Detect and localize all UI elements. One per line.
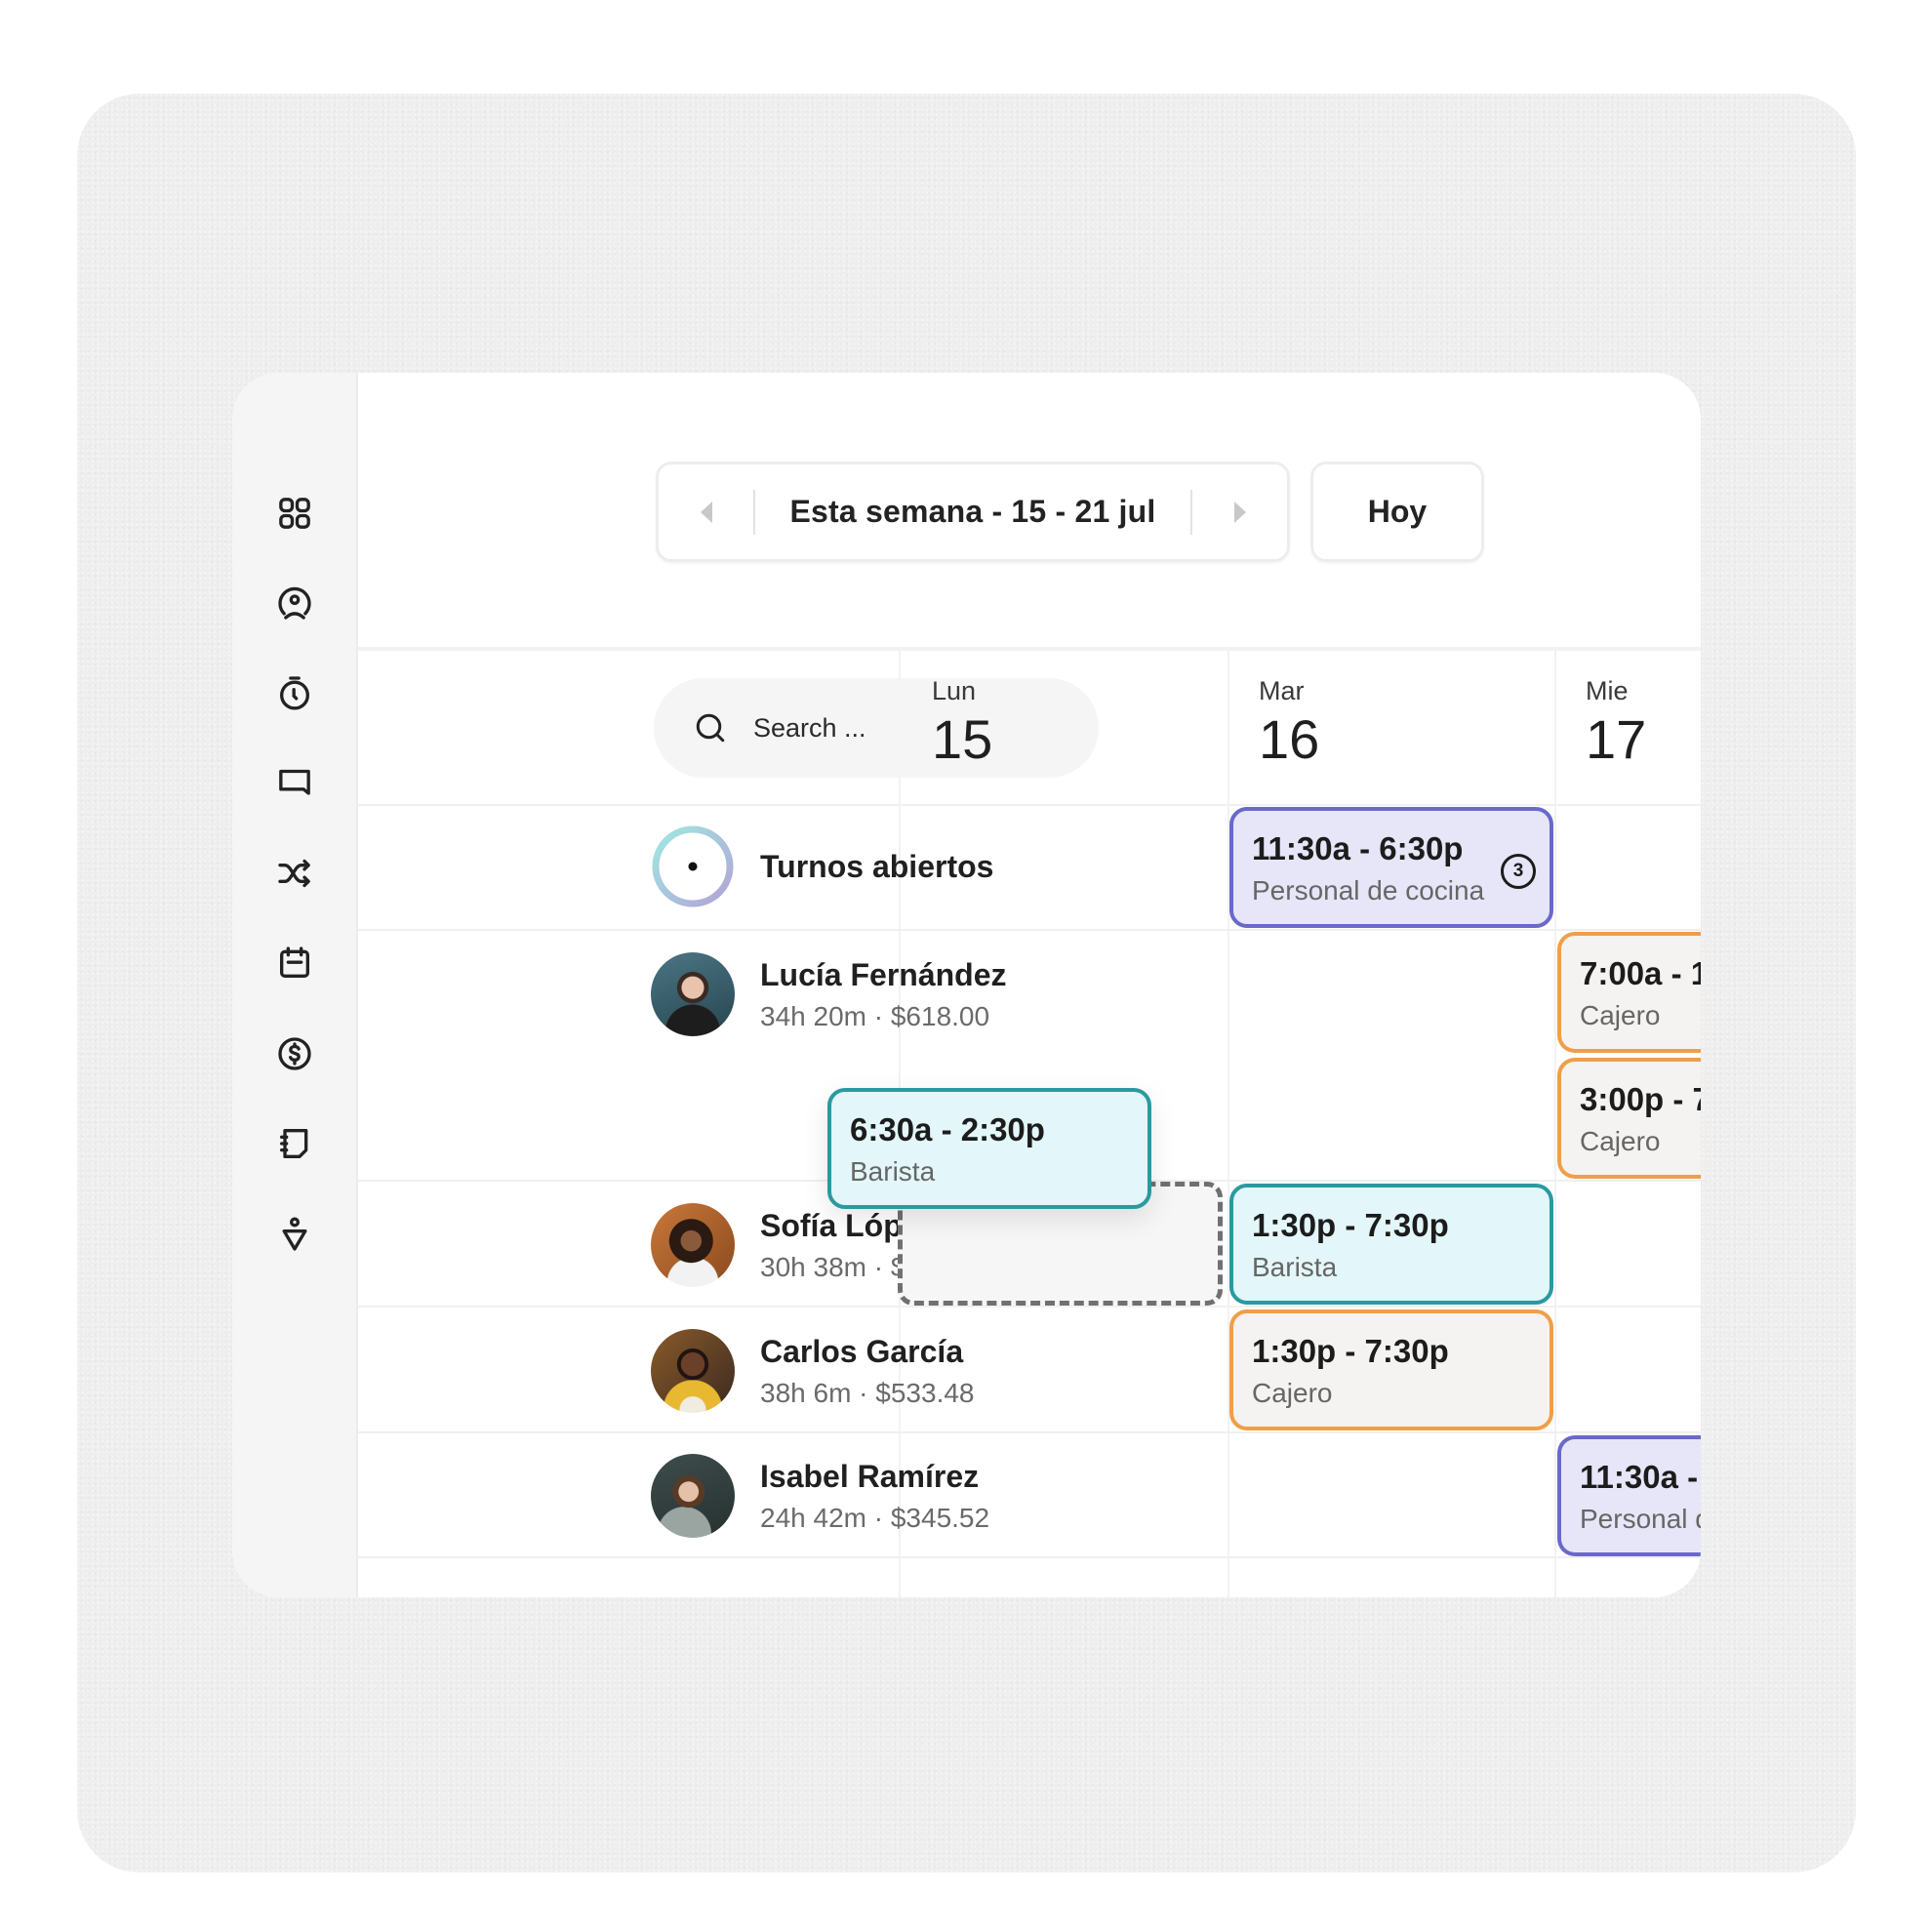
row-divider <box>358 1306 1701 1308</box>
shift-time: 11:30a - <box>1580 1459 1699 1495</box>
employee-name: Isabel Ramírez <box>760 1458 980 1494</box>
sidebar-item-notes[interactable] <box>265 1114 324 1173</box>
shift-card-dragged[interactable]: 6:30a - 2:30p Barista <box>827 1088 1151 1209</box>
day-number: 17 <box>1586 708 1647 770</box>
shift-time: 3:00p - 7 <box>1580 1081 1701 1117</box>
dashboard-grid-icon <box>279 498 310 529</box>
scheduler-window: Esta semana - 15 - 21 jul Hoy Search ...… <box>232 373 1701 1597</box>
stopwatch-icon <box>280 676 309 710</box>
search-placeholder: Search ... <box>753 712 866 743</box>
shift-time: 1:30p - 7:30p <box>1252 1333 1449 1369</box>
header-divider <box>358 647 1701 651</box>
employee-name: Lucía Fernández <box>760 956 1007 992</box>
sidebar <box>232 373 358 1597</box>
sidebar-item-messages[interactable] <box>265 754 324 813</box>
notebook-icon <box>280 1129 308 1158</box>
row-divider <box>358 1556 1701 1558</box>
row-divider <box>358 804 1701 806</box>
day-number: 16 <box>1259 708 1320 770</box>
caret-left-icon <box>700 501 712 523</box>
sidebar-item-locations[interactable] <box>265 1205 324 1264</box>
calendar-icon <box>280 946 309 978</box>
row-divider <box>358 1431 1701 1433</box>
shift-role: Personal d <box>1580 1504 1701 1534</box>
shift-card-lucia-mie-1[interactable]: 7:00a - 1 Cajero <box>1557 932 1701 1053</box>
shift-role: Barista <box>850 1156 936 1187</box>
sidebar-item-payroll[interactable] <box>265 1025 324 1083</box>
shift-time: 1:30p - 7:30p <box>1252 1207 1449 1243</box>
shift-card-open-mar[interactable]: 11:30a - 6:30p Personal de cocina 3 <box>1229 807 1553 928</box>
shift-time: 7:00a - 1 <box>1580 955 1701 991</box>
shift-time: 6:30a - 2:30p <box>850 1111 1045 1147</box>
day-name: Lun <box>932 676 977 705</box>
open-slots-count-badge: 3 <box>1501 854 1536 889</box>
column-divider <box>1554 651 1556 1597</box>
shift-role: Cajero <box>1252 1378 1333 1408</box>
day-header-mie[interactable]: Mie 17 <box>1586 676 1646 767</box>
main-area: Esta semana - 15 - 21 jul Hoy Search ...… <box>358 373 1701 1597</box>
caret-right-icon <box>1233 501 1246 523</box>
person-pin-icon <box>282 1217 307 1251</box>
sidebar-item-timer[interactable] <box>265 664 324 722</box>
search-icon <box>696 713 725 743</box>
shift-card-carlos-mar[interactable]: 1:30p - 7:30p Cajero <box>1229 1309 1553 1430</box>
today-button[interactable]: Hoy <box>1310 462 1484 562</box>
employee-row-lucia[interactable]: Lucía Fernández 34h 20m · $618.00 <box>651 952 1007 1036</box>
shuffle-icon <box>278 859 310 888</box>
row-divider <box>358 929 1701 931</box>
shift-card-lucia-mie-2[interactable]: 3:00p - 7 Cajero <box>1557 1058 1701 1179</box>
avatar <box>651 952 735 1036</box>
week-navigator: Esta semana - 15 - 21 jul <box>656 462 1290 562</box>
chat-bubble-icon <box>279 769 310 795</box>
open-shifts-label: Turnos abiertos <box>760 848 994 884</box>
day-number: 15 <box>932 708 993 770</box>
search-input[interactable]: Search ... <box>654 678 1099 778</box>
day-name: Mie <box>1586 676 1629 705</box>
user-circle-icon <box>278 586 311 620</box>
employee-hours-pay: 24h 42m · $345.52 <box>760 1502 990 1533</box>
open-shifts-icon <box>652 825 734 907</box>
shift-role: Cajero <box>1580 1126 1661 1156</box>
week-range-label: Esta semana - 15 - 21 jul <box>789 494 1156 529</box>
day-name: Mar <box>1259 676 1305 705</box>
open-shifts-row-label[interactable]: Turnos abiertos <box>651 825 993 908</box>
employee-row-carlos[interactable]: Carlos García 38h 6m · $533.48 <box>651 1329 975 1413</box>
sidebar-item-profile[interactable] <box>265 574 324 632</box>
shift-card-isabel-mie[interactable]: 11:30a - Personal d <box>1557 1435 1701 1556</box>
shift-role: Barista <box>1252 1252 1338 1282</box>
column-divider <box>1228 651 1229 1597</box>
day-header-lun[interactable]: Lun 15 <box>932 676 992 767</box>
avatar <box>651 1203 735 1287</box>
dollar-circle-icon <box>278 1037 311 1070</box>
shift-card-sofia-mar[interactable]: 1:30p - 7:30p Barista <box>1229 1184 1553 1305</box>
sidebar-item-calendar[interactable] <box>265 934 324 992</box>
day-header-mar[interactable]: Mar 16 <box>1259 676 1319 767</box>
next-week-button[interactable] <box>1192 464 1287 559</box>
employee-hours-pay: 34h 20m · $618.00 <box>760 1000 990 1031</box>
avatar <box>651 1329 735 1413</box>
avatar <box>651 1454 735 1538</box>
sidebar-item-swap[interactable] <box>265 844 324 903</box>
prev-week-button[interactable] <box>659 464 753 559</box>
employee-name: Carlos García <box>760 1333 964 1369</box>
sidebar-item-dashboard[interactable] <box>265 484 324 543</box>
shift-role: Cajero <box>1580 1000 1661 1030</box>
employee-row-isabel[interactable]: Isabel Ramírez 24h 42m · $345.52 <box>651 1454 989 1538</box>
employee-hours-pay: 38h 6m · $533.48 <box>760 1377 975 1408</box>
